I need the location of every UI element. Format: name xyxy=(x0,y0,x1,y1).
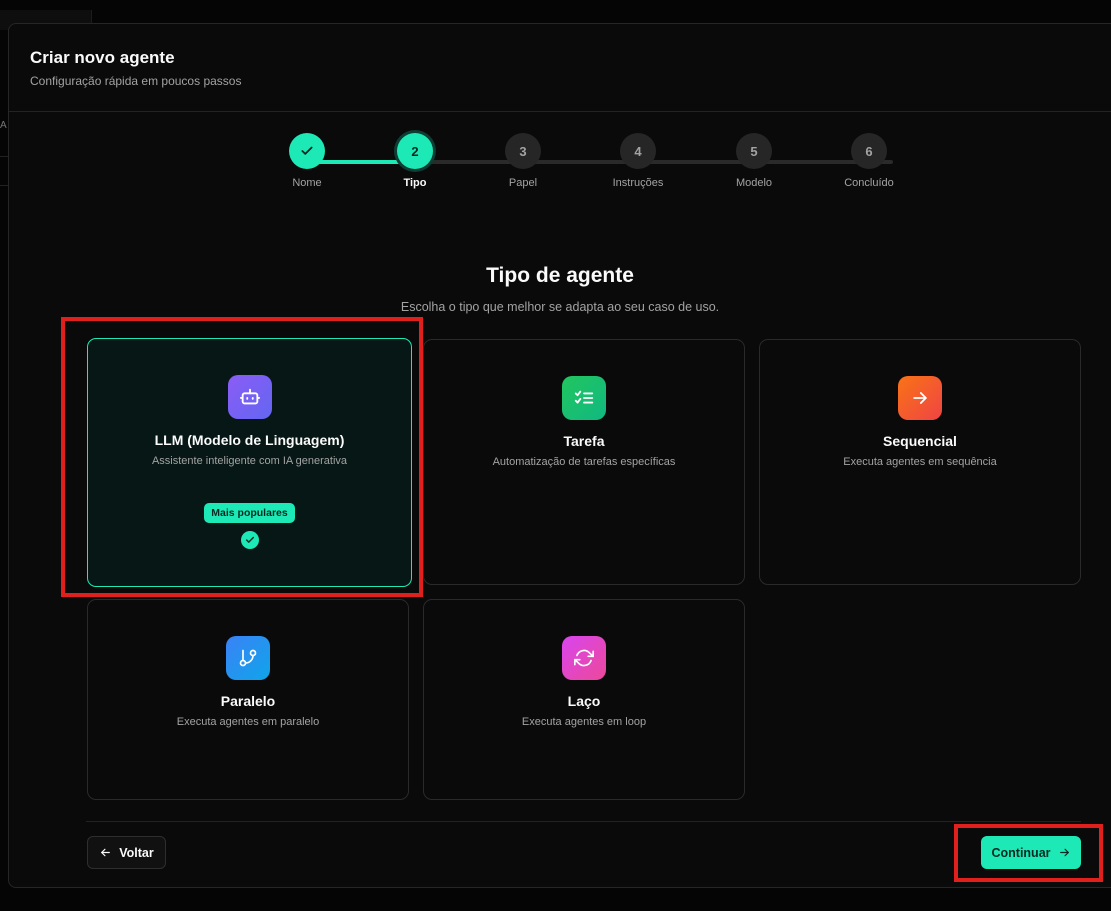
card-title: Sequencial xyxy=(883,433,957,449)
card-title: Paralelo xyxy=(220,693,276,709)
card-description: Executa agentes em paralelo xyxy=(176,716,320,728)
step-label: Nome xyxy=(292,177,322,189)
arrow-right-icon xyxy=(1059,848,1069,857)
agent-type-card-paralelo[interactable]: Paralelo Executa agentes em paralelo xyxy=(87,599,409,800)
dialog-header: Criar novo agente Configuração rápida em… xyxy=(9,24,1111,112)
dialog-title: Criar novo agente xyxy=(30,48,175,67)
step-nome[interactable]: Nome xyxy=(267,133,347,189)
background-divider xyxy=(0,156,8,186)
step-modelo[interactable]: 5 Modelo xyxy=(714,133,794,189)
step-label: Instruções xyxy=(612,177,664,189)
step-label: Tipo xyxy=(403,177,427,189)
checklist-icon xyxy=(562,376,606,420)
step-label: Modelo xyxy=(735,177,773,189)
agent-type-card-sequencial[interactable]: Sequencial Executa agentes em sequência xyxy=(759,339,1081,585)
step-concluido[interactable]: 6 Concluído xyxy=(829,133,909,189)
step-number: 4 xyxy=(620,133,656,169)
robot-icon xyxy=(227,375,272,419)
card-title: Laço xyxy=(567,693,601,709)
agent-type-card-laco[interactable]: Laço Executa agentes em loop xyxy=(423,599,745,800)
card-description: Executa agentes em loop xyxy=(521,716,647,728)
git-branch-icon xyxy=(226,636,270,680)
back-button-label: Voltar xyxy=(119,845,154,860)
section-title: Tipo de agente xyxy=(486,264,634,287)
step-label: Concluído xyxy=(844,177,894,189)
step-papel[interactable]: 3 Papel xyxy=(483,133,563,189)
footer-divider xyxy=(86,821,1081,822)
dialog-subtitle: Configuração rápida em poucos passos xyxy=(30,74,242,88)
step-check-icon xyxy=(289,133,325,169)
continue-button[interactable]: Continuar xyxy=(981,836,1081,869)
step-instrucoes[interactable]: 4 Instruções xyxy=(598,133,678,189)
section-subtitle: Escolha o tipo que melhor se adapta ao s… xyxy=(400,300,720,314)
background-text: A xyxy=(0,120,7,131)
continue-button-label: Continuar xyxy=(991,845,1051,860)
create-agent-dialog: Criar novo agente Configuração rápida em… xyxy=(8,23,1111,888)
step-tipo[interactable]: 2 Tipo xyxy=(375,133,455,189)
step-number: 2 xyxy=(397,133,433,169)
back-button[interactable]: Voltar xyxy=(87,836,166,869)
selected-check-icon xyxy=(240,531,259,549)
agent-type-card-tarefa[interactable]: Tarefa Automatização de tarefas específi… xyxy=(423,339,745,585)
step-number: 6 xyxy=(851,133,887,169)
card-description: Executa agentes em sequência xyxy=(843,456,997,468)
step-number: 5 xyxy=(736,133,772,169)
card-description: Assistente inteligente com IA generativa xyxy=(151,455,348,467)
step-label: Papel xyxy=(508,177,538,189)
stepper: Nome 2 Tipo 3 Papel 4 Instruções 5 Model… xyxy=(281,133,901,203)
arrow-right-icon xyxy=(898,376,942,420)
card-description: Automatização de tarefas específicas xyxy=(492,456,676,468)
step-number: 3 xyxy=(505,133,541,169)
popular-badge: Mais populares xyxy=(204,503,295,523)
arrow-left-icon xyxy=(101,848,111,857)
card-title: Tarefa xyxy=(563,433,605,449)
card-title: LLM (Modelo de Linguagem) xyxy=(154,432,345,448)
agent-type-card-llm[interactable]: LLM (Modelo de Linguagem) Assistente int… xyxy=(87,338,412,587)
refresh-icon xyxy=(562,636,606,680)
